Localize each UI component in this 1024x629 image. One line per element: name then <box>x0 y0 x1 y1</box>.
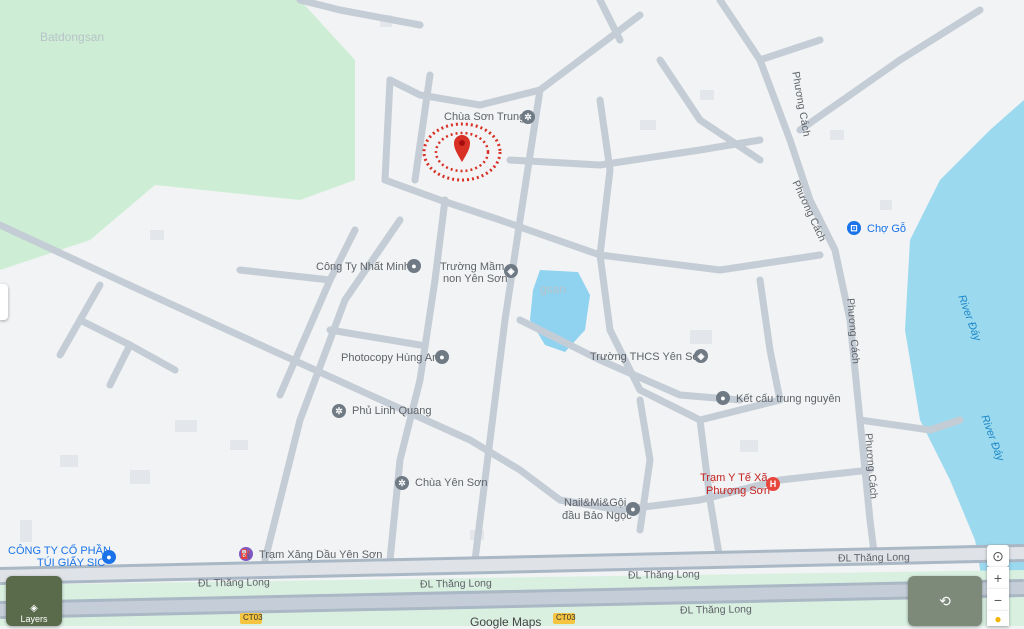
place-truong-mam-non-1[interactable]: Trường Mầm <box>440 261 504 273</box>
place-cong-ty-1[interactable]: CÔNG TY CỔ PHẦN <box>8 545 111 557</box>
road-label-dl-thang-long-3: ĐL Thăng Long <box>627 568 700 582</box>
place-nail-2[interactable]: đầu Bảo Ngọc <box>562 510 632 522</box>
google-maps-attribution: Google Maps <box>470 615 542 629</box>
school-icon[interactable]: ◈ <box>504 264 518 278</box>
road-label-dl-thang-long-5: ĐL Thăng Long <box>679 603 752 617</box>
my-location-button[interactable]: ⊙ <box>987 545 1009 567</box>
crosshair-icon: ⊙ <box>992 547 1004 564</box>
road-label-dl-thang-long-4: ĐL Thăng Long <box>837 551 910 565</box>
place-cong-ty-nhat-minh[interactable]: Công Ty Nhất Minh <box>316 261 410 273</box>
layers-icon: ◈ <box>30 603 38 614</box>
layers-button[interactable]: ◈ Layers <box>6 576 62 626</box>
zoom-out-button[interactable]: − <box>987 589 1009 611</box>
watermark-center: gsan <box>540 282 567 296</box>
street-view-thumbnail[interactable]: ⟲ <box>908 576 982 626</box>
business-icon[interactable]: ● <box>407 259 421 273</box>
business-icon[interactable]: ● <box>435 350 449 364</box>
location-marker <box>422 122 502 182</box>
zoom-in-button[interactable]: + <box>987 567 1009 589</box>
place-nail-1[interactable]: Nail&Mi&Gội <box>564 497 626 509</box>
map-canvas[interactable] <box>0 0 1024 626</box>
rotate-icon: ⟲ <box>939 592 951 609</box>
place-tram-xang[interactable]: Trạm Xăng Dầu Yên Sơn <box>259 549 382 561</box>
watermark-brand: Batdongsan <box>40 30 105 44</box>
ct03-shield-label-2: CT03 <box>556 613 576 622</box>
business-icon[interactable]: ● <box>716 391 730 405</box>
temple-icon[interactable]: ✲ <box>521 110 535 124</box>
place-phu-linh-quang[interactable]: Phủ Linh Quang <box>352 405 432 417</box>
place-cong-ty-2[interactable]: TÚI GIẤY SIC <box>37 557 105 569</box>
place-ket-cau[interactable]: Kết cấu trung nguyên <box>736 393 841 405</box>
place-tram-y-te-2[interactable]: Phượng Sơn <box>706 485 770 497</box>
ct03-shield-label-1: CT03 <box>243 613 263 622</box>
pegman-button[interactable]: ● <box>987 611 1009 626</box>
place-chua-son-trung[interactable]: Chùa Sơn Trung <box>444 111 525 123</box>
place-photocopy-hung-an[interactable]: Photocopy Hùng An <box>341 352 438 364</box>
place-tram-y-te-1[interactable]: Trạm Y Tế Xã <box>700 472 767 484</box>
hospital-icon[interactable]: H <box>766 477 780 491</box>
temple-icon[interactable]: ✲ <box>395 476 409 490</box>
place-truong-thcs[interactable]: Trường THCS Yên Sơn <box>590 351 706 363</box>
place-cho-go[interactable]: Chợ Gỗ <box>867 223 906 235</box>
side-panel-toggle[interactable] <box>0 284 8 320</box>
pegman-icon: ● <box>994 611 1002 626</box>
business-icon[interactable]: ● <box>102 550 116 564</box>
school-icon[interactable]: ◈ <box>694 349 708 363</box>
gas-station-icon[interactable]: ⛽ <box>239 547 253 561</box>
layers-label: Layers <box>20 614 48 624</box>
business-icon[interactable]: ● <box>626 502 640 516</box>
temple-icon[interactable]: ✲ <box>332 404 346 418</box>
road-label-dl-thang-long-1: ĐL Thăng Long <box>197 576 270 590</box>
shopping-icon[interactable]: ⊡ <box>847 221 861 235</box>
place-truong-mam-non-2[interactable]: non Yên Sơn <box>443 273 508 285</box>
place-chua-yen-son[interactable]: Chùa Yên Sơn <box>415 477 487 489</box>
road-label-dl-thang-long-2: ĐL Thăng Long <box>419 577 492 591</box>
